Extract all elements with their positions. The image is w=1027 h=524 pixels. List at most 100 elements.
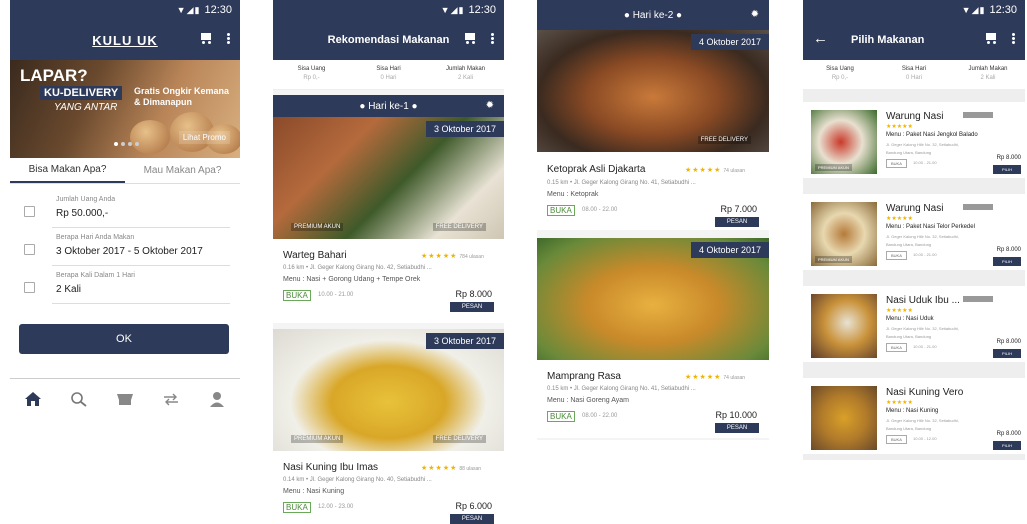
calendar-icon <box>24 282 35 293</box>
list-item[interactable]: PREMIUM AKUN Warung Nasi ★★★★★ Menu : Pa… <box>803 194 1025 276</box>
rating-stars: ★★★★★ <box>886 216 913 222</box>
tab-bisa-makan[interactable]: Bisa Makan Apa? <box>10 158 125 183</box>
money-field[interactable]: Jumlah Uang Anda Rp 50.000,- <box>24 196 230 228</box>
gear-icon[interactable]: ✹ <box>486 100 494 111</box>
calendar-icon <box>24 244 35 255</box>
premium-tag: PREMIUM AKUN <box>291 223 344 231</box>
back-arrow-icon[interactable]: ← <box>813 30 828 47</box>
signal-icon: ▼◢▮ <box>440 4 465 15</box>
hours: 10.00 - 21.00 <box>913 344 937 349</box>
rating-stars: ★★★★★ <box>886 400 913 406</box>
open-badge: BUKA <box>886 159 907 168</box>
restaurant-name: Nasi Kuning Vero <box>886 387 964 398</box>
rating-stars: ★★★★★ 784 ulasan <box>421 253 484 260</box>
premium-badge <box>963 204 993 210</box>
promo-banner[interactable]: LAPAR? KU-DELIVERY YANG ANTAR Gratis Ong… <box>10 60 240 158</box>
screen-pick-food: ▼◢▮ 12:30 ← Pilih Makanan Sisa Uang Rp 0,-… <box>803 0 1025 460</box>
price: Rp 10.000 <box>715 410 757 420</box>
rating-stars: ★★★★★ <box>886 308 913 314</box>
hours: 08.00 - 22.00 <box>582 207 618 213</box>
summary-bar: Sisa Uang Rp 0,- Sisa Hari 0 Hari Jumlah M… <box>803 60 1025 90</box>
hours: 12.00 - 23.00 <box>318 504 354 510</box>
field-value: 2 Kali <box>56 284 82 295</box>
list-item[interactable]: PREMIUM AKUN Warung Nasi ★★★★★ Menu : Pa… <box>803 102 1025 184</box>
menu-text: Menu : Paket Nasi Jengkol Balado <box>886 132 978 138</box>
cart-icon[interactable] <box>199 32 213 44</box>
more-menu-icon[interactable] <box>227 33 230 36</box>
address: 0.15 km • Jl. Geger Kalong Girang No. 41… <box>547 386 696 392</box>
pick-button[interactable]: PILIH <box>993 441 1021 450</box>
summary-bar: Sisa Uang Rp 0,- Sisa Hari 0 Hari Jumlah M… <box>273 60 504 90</box>
food-card[interactable]: 3 Oktober 2017 PREMIUM AKUN FREE DELIVER… <box>273 117 504 323</box>
open-badge: BUKA <box>886 251 907 260</box>
food-card[interactable]: 4 Oktober 2017 Mamprang Rasa ★★★★★ 74 ula… <box>537 238 769 438</box>
list-item[interactable]: Nasi Kuning Vero ★★★★★ Menu : Nasi Kunin… <box>803 378 1025 460</box>
list-item[interactable]: Nasi Uduk Ibu ... ★★★★★ Menu : Nasi Uduk… <box>803 286 1025 368</box>
restaurant-name: Warung Nasi <box>886 111 944 122</box>
address: Jl. Geger Kalong Hilir No. 32, Setiabudh… <box>886 326 959 339</box>
app-bar: ← Pilih Makanan <box>803 20 1025 60</box>
home-icon[interactable] <box>24 391 42 407</box>
summary-meals: Jumlah Makan 2 Kali <box>445 66 486 81</box>
menu-text: Menu : Nasi Kuning <box>886 408 939 414</box>
ok-button[interactable]: OK <box>19 324 229 354</box>
food-image: 3 Oktober 2017 PREMIUM AKUN FREE DELIVER… <box>273 329 504 451</box>
mode-tabs: Bisa Makan Apa? Mau Makan Apa? <box>10 158 240 184</box>
signal-icon: ▼◢▮ <box>176 4 201 15</box>
restaurant-name: Nasi Uduk Ibu ... <box>886 295 960 306</box>
screen-day-2: ● Hari ke-2 ● ✹ 4 Oktober 2017 FREE DELIV… <box>537 0 769 440</box>
order-button[interactable]: PESAN <box>450 514 494 524</box>
carousel-dots[interactable] <box>114 142 139 146</box>
address: 0.14 km • Jl. Geger Kalong Girang No. 40… <box>283 477 432 483</box>
pick-button[interactable]: PILIH <box>993 257 1021 266</box>
search-icon[interactable] <box>70 391 88 407</box>
premium-tag: PREMIUM AKUN <box>291 435 344 443</box>
date-range-field[interactable]: Berapa Hari Anda Makan 3 Oktober 2017 - … <box>24 234 230 266</box>
profile-icon[interactable] <box>208 391 226 407</box>
hours: 10.00 - 21.00 <box>913 252 937 257</box>
order-button[interactable]: PESAN <box>715 217 759 227</box>
hours: 10.00 - 21.00 <box>913 160 937 165</box>
menu-text: Menu : Nasi Goreng Ayam <box>547 397 629 404</box>
restaurant-name: Mamprang Rasa <box>547 371 621 382</box>
pick-button[interactable]: PILIH <box>993 349 1021 358</box>
order-button[interactable]: PESAN <box>715 423 759 433</box>
day-label: Hari ke-1 <box>368 100 409 112</box>
food-card[interactable]: 4 Oktober 2017 FREE DELIVERY Ketoprak As… <box>537 30 769 230</box>
cart-icon[interactable] <box>984 32 998 44</box>
status-time: 12:30 <box>989 4 1017 16</box>
food-thumbnail: PREMIUM AKUN <box>811 110 877 174</box>
day-header: ● Hari ke-1 ● ✹ <box>273 95 504 117</box>
premium-badge <box>963 296 993 302</box>
hours: 10.00 - 12.00 <box>913 436 937 441</box>
gear-icon[interactable]: ✹ <box>751 9 759 20</box>
address: 0.15 km • Jl. Geger Kalong Girang No. 41… <box>547 180 696 186</box>
pick-button[interactable]: PILIH <box>993 165 1021 174</box>
price: Rp 8.000 <box>996 339 1021 345</box>
more-menu-icon[interactable] <box>1012 33 1015 36</box>
status-bar: ▼◢▮ 12:30 <box>273 0 504 20</box>
swap-icon[interactable] <box>162 391 180 407</box>
rating-stars: ★★★★★ 74 ulasan <box>685 167 746 174</box>
store-icon[interactable] <box>116 391 134 407</box>
meal-count-field[interactable]: Berapa Kali Dalam 1 Hari 2 Kali <box>24 272 230 304</box>
more-menu-icon[interactable] <box>491 33 494 36</box>
food-thumbnail: PREMIUM AKUN <box>811 202 877 266</box>
food-card[interactable]: 3 Oktober 2017 PREMIUM AKUN FREE DELIVER… <box>273 329 504 524</box>
address: 0.16 km • Jl. Geger Kalong Girang No. 42… <box>283 265 432 271</box>
food-image: 4 Oktober 2017 <box>537 238 769 360</box>
delivery-tag: FREE DELIVERY <box>432 435 486 443</box>
hours: 10.00 - 21.00 <box>318 292 354 298</box>
status-time: 12:30 <box>204 4 232 16</box>
summary-money: Sisa Uang Rp 0,- <box>826 66 854 81</box>
price: Rp 7.000 <box>720 204 757 214</box>
banner-tagline: YANG ANTAR <box>54 102 118 113</box>
menu-text: Menu : Nasi + Gorong Udang + Tempe Orek <box>283 276 421 283</box>
summary-meals: Jumlah Makan 2 Kali <box>968 66 1008 81</box>
order-button[interactable]: PESAN <box>450 302 494 312</box>
tab-mau-makan[interactable]: Mau Makan Apa? <box>125 158 240 183</box>
field-value: 3 Oktober 2017 - 5 Oktober 2017 <box>56 246 203 257</box>
delivery-tag: FREE DELIVERY <box>697 136 751 144</box>
cart-icon[interactable] <box>463 32 477 44</box>
see-promo-button[interactable]: Lihat Promo <box>178 131 230 144</box>
